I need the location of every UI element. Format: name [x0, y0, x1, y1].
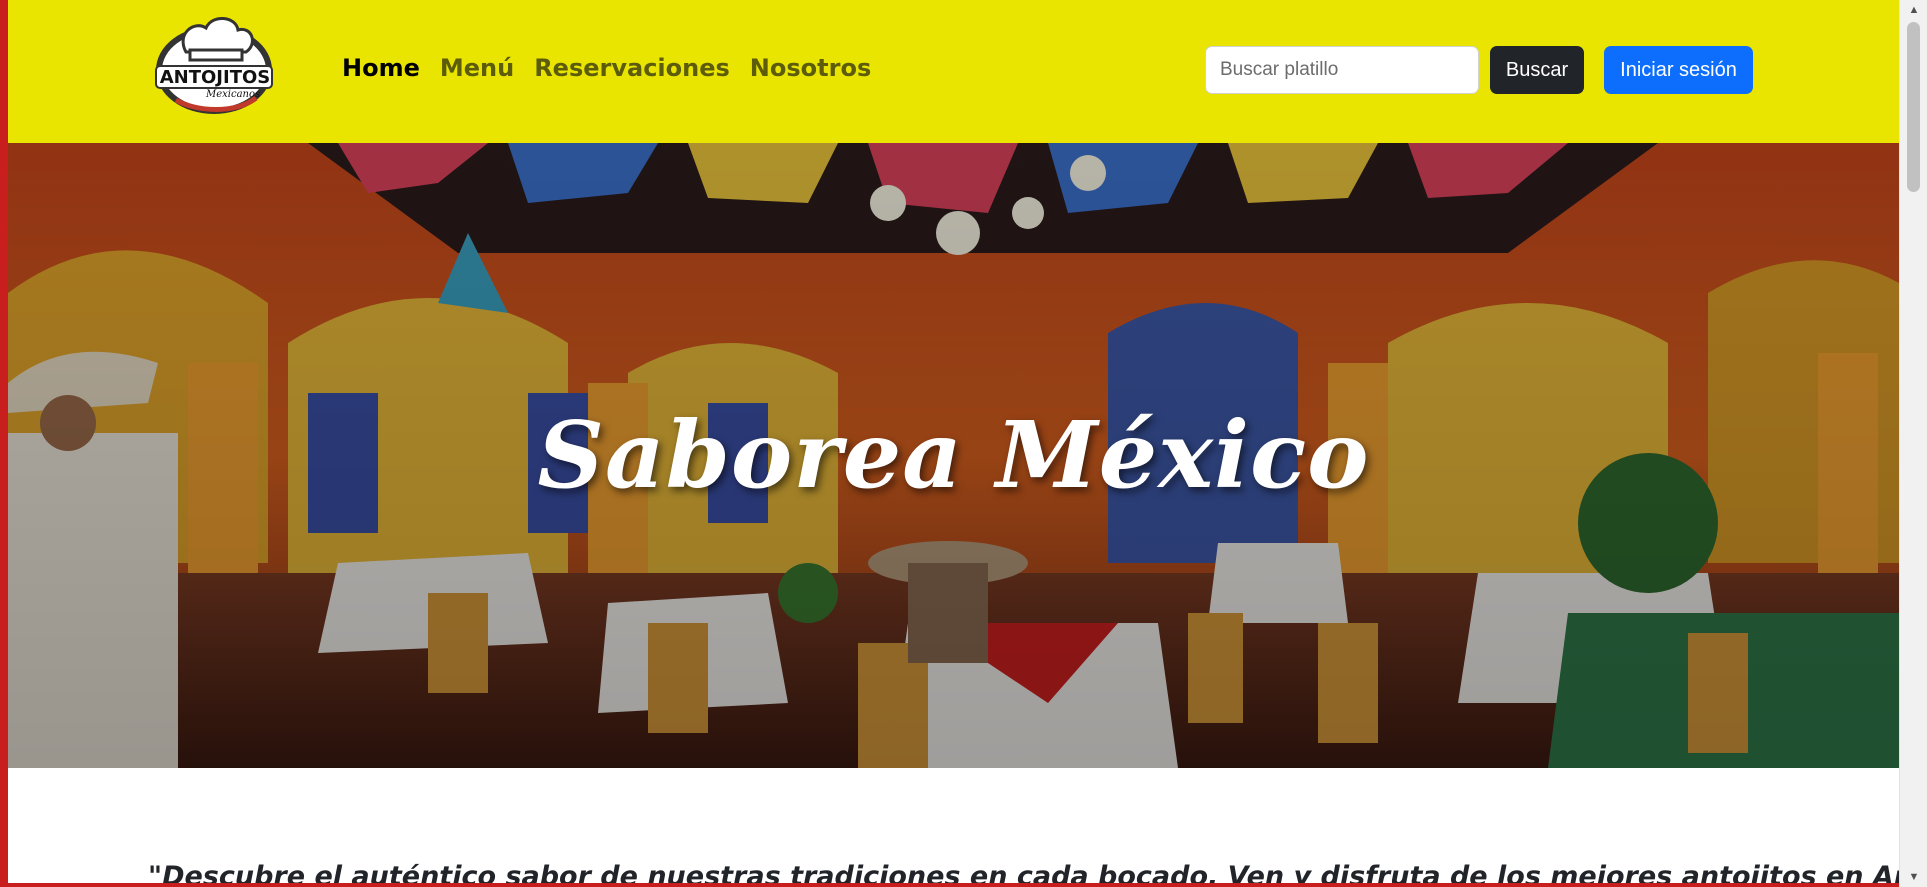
logo-subtext: Mexicanos: [206, 89, 261, 100]
search-input[interactable]: [1205, 46, 1479, 94]
search-button[interactable]: Buscar: [1490, 46, 1584, 94]
scrollbar-thumb[interactable]: [1907, 22, 1920, 192]
nav-link-nosotros[interactable]: Nosotros: [750, 54, 871, 82]
top-navbar: ANTOJITOS Mexicanos Home Menú Reservacio…: [8, 0, 1899, 143]
nav-link-menu[interactable]: Menú: [440, 54, 514, 82]
nav-link-home[interactable]: Home: [342, 54, 420, 82]
scroll-up-arrow-icon[interactable]: ▲: [1900, 0, 1927, 20]
window-edge-left: [0, 0, 8, 887]
nav-link-reservaciones[interactable]: Reservaciones: [534, 54, 730, 82]
window-edge-bottom: [0, 883, 1927, 887]
vertical-scrollbar[interactable]: ▲ ▼: [1899, 0, 1927, 887]
browser-viewport: ANTOJITOS Mexicanos Home Menú Reservacio…: [0, 0, 1927, 887]
hero-banner: Saborea México: [8, 143, 1899, 768]
chef-hat-logo-icon: [155, 17, 273, 114]
main-nav: Home Menú Reservaciones Nosotros: [342, 54, 891, 82]
login-button[interactable]: Iniciar sesión: [1604, 46, 1753, 94]
logo-wordmark: ANTOJITOS: [159, 67, 271, 88]
hero-title: Saborea México: [537, 401, 1370, 509]
scroll-down-arrow-icon[interactable]: ▼: [1900, 867, 1927, 887]
brand-logo[interactable]: ANTOJITOS Mexicanos: [146, 12, 278, 120]
